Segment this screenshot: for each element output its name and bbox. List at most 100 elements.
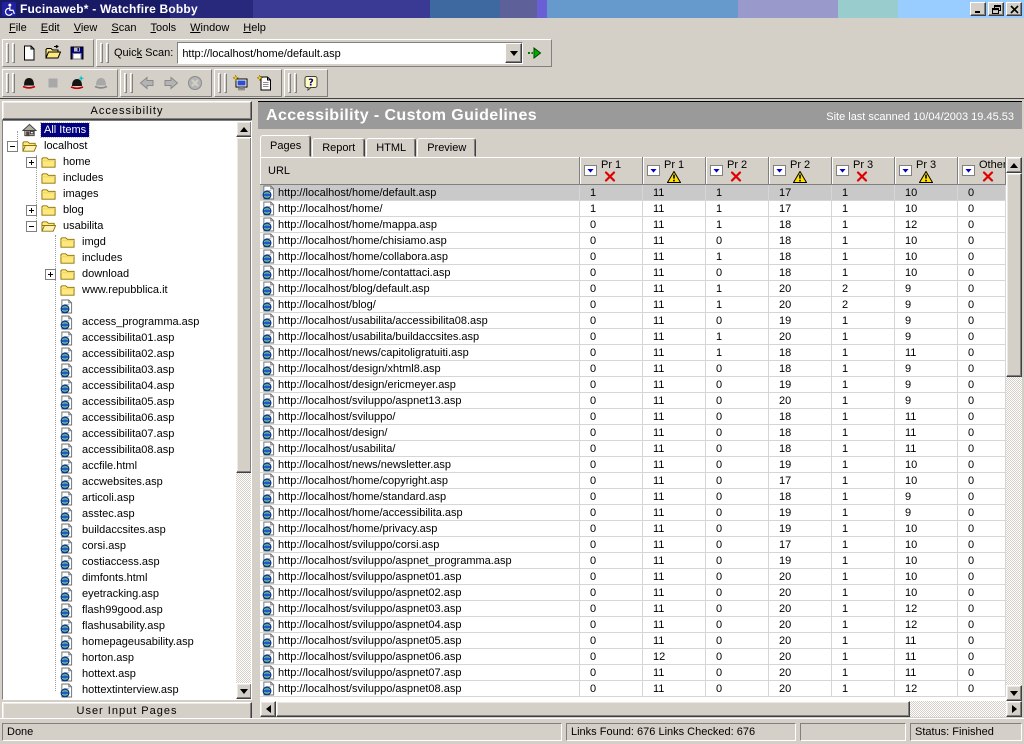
tree-item-accessibilita01.asp[interactable]: accessibilita01.asp xyxy=(3,330,235,346)
tree-item-accessibilita03.asp[interactable]: accessibilita03.asp xyxy=(3,362,235,378)
close-icon[interactable] xyxy=(1006,2,1022,16)
tree-item-hottextinterview.asp[interactable]: hottextinterview.asp xyxy=(3,682,235,698)
tree-item-usabilita[interactable]: usabilita xyxy=(3,218,235,234)
table-row[interactable]: http://localhost/home/contattaci.asp0110… xyxy=(260,265,1006,281)
title-bar[interactable]: Fucinaweb* - Watchfire Bobby xyxy=(0,0,1024,18)
table-row[interactable]: http://localhost/sviluppo/aspnet07.asp01… xyxy=(260,665,1006,681)
tree-item-accessibilita08.asp[interactable]: accessibilita08.asp xyxy=(3,442,235,458)
toolbar-gripper[interactable] xyxy=(106,43,109,63)
table-row[interactable]: http://localhost/sviluppo/0110181110 xyxy=(260,409,1006,425)
column-header-other-error[interactable]: Other xyxy=(958,157,1006,185)
tree-item-download[interactable]: download xyxy=(3,266,235,282)
save-button[interactable] xyxy=(65,42,89,65)
expand-icon[interactable] xyxy=(45,269,56,280)
tree-item-localhost[interactable]: localhost xyxy=(3,138,235,154)
collapse-icon[interactable] xyxy=(26,221,37,232)
tree-item-images[interactable]: images xyxy=(3,186,235,202)
go-button[interactable] xyxy=(523,42,547,65)
tree-item-all-items[interactable]: All Items xyxy=(3,122,235,138)
tree-item-flash99good.asp[interactable]: flash99good.asp xyxy=(3,602,235,618)
table-row[interactable]: http://localhost/home/1111171100 xyxy=(260,201,1006,217)
scroll-up-button[interactable] xyxy=(1006,157,1022,173)
tree-item-access-programma.asp[interactable]: access_programma.asp xyxy=(3,314,235,330)
tree-item-dimfonts.html[interactable]: dimfonts.html xyxy=(3,570,235,586)
scroll-left-button[interactable] xyxy=(260,701,276,717)
table-row[interactable]: http://localhost/home/mappa.asp011118112… xyxy=(260,217,1006,233)
tree-item-accessibilita06.asp[interactable]: accessibilita06.asp xyxy=(3,410,235,426)
tree-item-blog[interactable]: blog xyxy=(3,202,235,218)
tree-item-corsi.asp[interactable]: corsi.asp xyxy=(3,538,235,554)
scroll-down-button[interactable] xyxy=(1006,685,1022,701)
tree-item-accessibilita07.asp[interactable]: accessibilita07.asp xyxy=(3,426,235,442)
menu-window[interactable]: Window xyxy=(183,19,236,37)
tree-item-www.repubblica.it[interactable]: www.repubblica.it xyxy=(3,282,235,298)
column-header-pr3-error[interactable]: Pr 3 xyxy=(832,157,895,185)
tree-item-accessibilita04.asp[interactable]: accessibilita04.asp xyxy=(3,378,235,394)
tree-item-eyetracking.asp[interactable]: eyetracking.asp xyxy=(3,586,235,602)
table-horizontal-scrollbar[interactable] xyxy=(260,701,1022,717)
table-row[interactable]: http://localhost/usabilita/0110181110 xyxy=(260,441,1006,457)
tree-item-home[interactable]: home xyxy=(3,154,235,170)
expand-icon[interactable] xyxy=(26,205,37,216)
sidebar-header[interactable]: Accessibility xyxy=(2,101,252,120)
table-row[interactable]: http://localhost/sviluppo/aspnet_program… xyxy=(260,553,1006,569)
new-button[interactable] xyxy=(17,42,41,65)
table-row[interactable]: http://localhost/design/ericmeyer.asp011… xyxy=(260,377,1006,393)
column-header-pr2-error[interactable]: Pr 2 xyxy=(706,157,769,185)
expand-icon[interactable] xyxy=(26,157,37,168)
quickscan-input[interactable] xyxy=(178,43,505,63)
quickscan-dropdown-button[interactable] xyxy=(505,43,522,63)
toolbar-gripper[interactable] xyxy=(100,43,103,63)
tree-item-accfile.html[interactable]: accfile.html xyxy=(3,458,235,474)
scroll-thumb[interactable] xyxy=(236,137,252,473)
scan-button[interactable] xyxy=(17,72,41,95)
open-button[interactable] xyxy=(41,42,65,65)
menu-tools[interactable]: Tools xyxy=(143,19,183,37)
minimize-button[interactable] xyxy=(970,2,986,16)
toolbar-gripper[interactable] xyxy=(6,73,9,93)
tree-item-imgd[interactable]: imgd xyxy=(3,234,235,250)
table-row[interactable]: http://localhost/home/accessibilita.asp0… xyxy=(260,505,1006,521)
table-row[interactable]: http://localhost/sviluppo/aspnet03.asp01… xyxy=(260,601,1006,617)
table-row[interactable]: http://localhost/blog/011120290 xyxy=(260,297,1006,313)
tree-item-homepageusability.asp[interactable]: homepageusability.asp xyxy=(3,634,235,650)
table-row[interactable]: http://localhost/home/standard.asp011018… xyxy=(260,489,1006,505)
tree-item-accwebsites.asp[interactable]: accwebsites.asp xyxy=(3,474,235,490)
menu-help[interactable]: Help xyxy=(236,19,273,37)
table-row[interactable]: http://localhost/sviluppo/aspnet04.asp01… xyxy=(260,617,1006,633)
toolbar-gripper[interactable] xyxy=(130,73,133,93)
table-row[interactable]: http://localhost/sviluppo/aspnet06.asp01… xyxy=(260,649,1006,665)
table-row[interactable]: http://localhost/sviluppo/aspnet05.asp01… xyxy=(260,633,1006,649)
tab-report[interactable]: Report xyxy=(312,138,365,157)
column-header-url[interactable]: URL xyxy=(260,157,580,185)
scroll-up-button[interactable] xyxy=(236,121,252,137)
toolbar-gripper[interactable] xyxy=(12,43,15,63)
menu-view[interactable]: View xyxy=(67,19,105,37)
table-row[interactable]: http://localhost/home/copyright.asp01101… xyxy=(260,473,1006,489)
table-row[interactable]: http://localhost/home/collabora.asp01111… xyxy=(260,249,1006,265)
table-row[interactable]: http://localhost/design/0110181110 xyxy=(260,425,1006,441)
table-row[interactable]: http://localhost/home/default.asp1111171… xyxy=(260,185,1006,201)
scroll-thumb[interactable] xyxy=(1006,173,1022,377)
table-row[interactable]: http://localhost/usabilita/accessibilita… xyxy=(260,313,1006,329)
table-row[interactable]: http://localhost/home/chisiamo.asp011018… xyxy=(260,233,1006,249)
toolbar-gripper[interactable] xyxy=(224,73,227,93)
table-row[interactable]: http://localhost/sviluppo/corsi.asp01101… xyxy=(260,537,1006,553)
tree-item-costiaccess.asp[interactable]: costiaccess.asp xyxy=(3,554,235,570)
collapse-icon[interactable] xyxy=(7,141,18,152)
scroll-down-button[interactable] xyxy=(236,683,252,699)
table-row[interactable]: http://localhost/blog/default.asp0111202… xyxy=(260,281,1006,297)
tree-item-hottext.asp[interactable]: hottext.asp xyxy=(3,666,235,682)
menu-edit[interactable]: Edit xyxy=(34,19,67,37)
tree-item-accessibilita02.asp[interactable]: accessibilita02.asp xyxy=(3,346,235,362)
column-header-pr2-warning[interactable]: Pr 2 xyxy=(769,157,832,185)
column-header-pr1-warning[interactable]: Pr 1 xyxy=(643,157,706,185)
tree-item-articoli.asp[interactable]: articoli.asp xyxy=(3,490,235,506)
rescan-button[interactable] xyxy=(65,72,89,95)
table-row[interactable]: http://localhost/news/capitoligratuiti.a… xyxy=(260,345,1006,361)
tree-item-flashusability.asp[interactable]: flashusability.asp xyxy=(3,618,235,634)
scroll-thumb[interactable] xyxy=(276,701,910,717)
table-row[interactable]: http://localhost/home/privacy.asp0110191… xyxy=(260,521,1006,537)
tree-item-includes[interactable]: includes xyxy=(3,170,235,186)
tree-scrollbar[interactable] xyxy=(236,121,252,699)
